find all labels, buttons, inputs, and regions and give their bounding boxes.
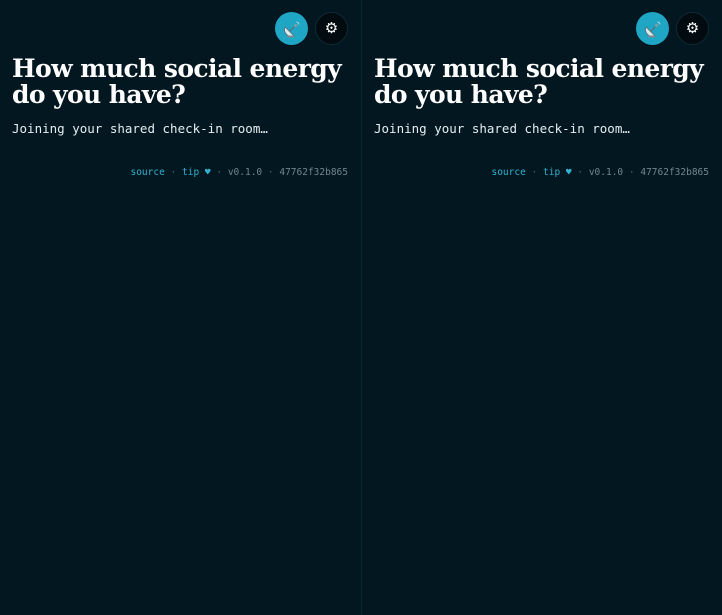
- version-label: v0.1.0: [227, 167, 263, 178]
- broadcast-button[interactable]: [275, 12, 308, 45]
- commit-hash: 47762f32b865: [640, 167, 709, 178]
- footer: source · tip ♥ · v0.1.0 · 47762f32b865: [130, 167, 348, 178]
- footer-separator: ·: [216, 167, 223, 178]
- footer: source · tip ♥ · v0.1.0 · 47762f32b865: [491, 167, 709, 178]
- footer-separator: ·: [170, 167, 177, 178]
- footer-separator: ·: [577, 167, 584, 178]
- app-pane-left: ⚙ How much social energy do you have? Jo…: [0, 0, 361, 615]
- tip-link[interactable]: tip ♥: [182, 167, 211, 178]
- status-message: Joining your shared check-in room…: [374, 121, 630, 136]
- settings-button[interactable]: ⚙: [315, 12, 348, 45]
- tip-link[interactable]: tip ♥: [543, 167, 572, 178]
- app-pane-right: ⚙ How much social energy do you have? Jo…: [361, 0, 722, 615]
- source-link[interactable]: source: [491, 167, 525, 178]
- version-label: v0.1.0: [588, 167, 624, 178]
- satellite-dish-icon: [644, 21, 660, 37]
- satellite-dish-icon: [283, 21, 299, 37]
- gear-icon: ⚙: [324, 19, 339, 37]
- footer-separator: ·: [531, 167, 538, 178]
- status-message: Joining your shared check-in room…: [12, 121, 268, 136]
- footer-separator: ·: [628, 167, 635, 178]
- page-title: How much social energy do you have?: [12, 54, 342, 109]
- page-title: How much social energy do you have?: [374, 54, 704, 109]
- gear-icon: ⚙: [685, 19, 700, 37]
- footer-separator: ·: [267, 167, 274, 178]
- top-action-bar: ⚙: [636, 12, 709, 45]
- settings-button[interactable]: ⚙: [676, 12, 709, 45]
- top-action-bar: ⚙: [275, 12, 348, 45]
- commit-hash: 47762f32b865: [279, 167, 348, 178]
- source-link[interactable]: source: [130, 167, 164, 178]
- broadcast-button[interactable]: [636, 12, 669, 45]
